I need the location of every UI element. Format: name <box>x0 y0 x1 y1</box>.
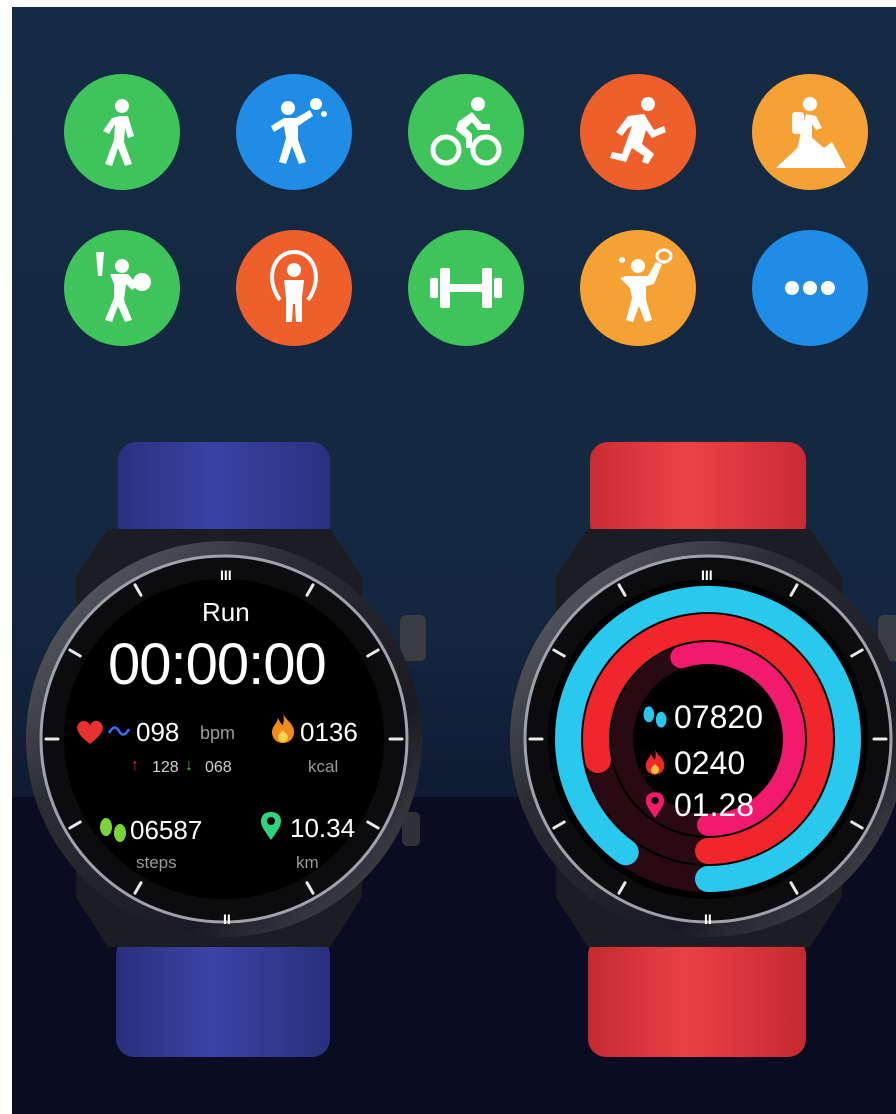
calories-unit: kcal <box>308 757 339 776</box>
running-icon <box>580 74 696 190</box>
footprints-icon <box>100 818 126 842</box>
left-dial-mark-top: III <box>220 567 232 583</box>
pulse-wave-icon <box>108 726 130 736</box>
jump-rope-icon <box>236 230 352 346</box>
table-tennis-icon <box>236 74 352 190</box>
hr-max-value: 128 <box>152 759 179 776</box>
right-dial-mark-top: III <box>701 567 713 583</box>
workout-timer: 00:00:00 <box>108 632 327 697</box>
workout-mode-label: Run <box>202 597 250 627</box>
badminton-icon <box>580 230 696 346</box>
right-footprints-icon <box>643 706 667 728</box>
ring-steps-value: 07820 <box>674 699 763 735</box>
left-dial-mark-bottom: II <box>223 911 231 927</box>
steps-value: 06587 <box>130 815 203 845</box>
dumbbell-icon <box>408 230 524 346</box>
distance-value: 10.34 <box>290 813 356 843</box>
hiking-icon <box>752 74 868 190</box>
hr-min-arrow: ↓ <box>185 757 193 774</box>
right-dial-mark-bottom: II <box>704 911 712 927</box>
calories-value: 0136 <box>300 717 358 747</box>
distance-unit: km <box>296 853 319 872</box>
hr-max-arrow: ↑ <box>131 757 139 774</box>
heart-rate-unit: bpm <box>200 723 236 743</box>
right-flame-icon <box>645 749 665 775</box>
heart-icon <box>77 720 103 744</box>
heart-rate-value: 098 <box>136 717 180 747</box>
flame-icon <box>272 713 294 743</box>
ring-distance-value: 01.28 <box>674 787 755 823</box>
baseball-icon <box>64 230 180 346</box>
ring-calories-value: 0240 <box>674 745 746 781</box>
cycling-icon <box>408 74 524 190</box>
steps-unit: steps <box>136 853 177 872</box>
location-pin-icon <box>261 812 281 840</box>
hr-min-value: 068 <box>205 759 232 776</box>
walking-icon <box>64 74 180 190</box>
more-icon <box>752 230 868 346</box>
left-watch-crown <box>400 615 426 661</box>
product-photo: III II Run 00:00:00 098 bpm ↑ 128 ↓ 068 … <box>12 7 896 1114</box>
right-watch-case <box>510 529 896 947</box>
right-location-pin-icon <box>645 792 665 818</box>
